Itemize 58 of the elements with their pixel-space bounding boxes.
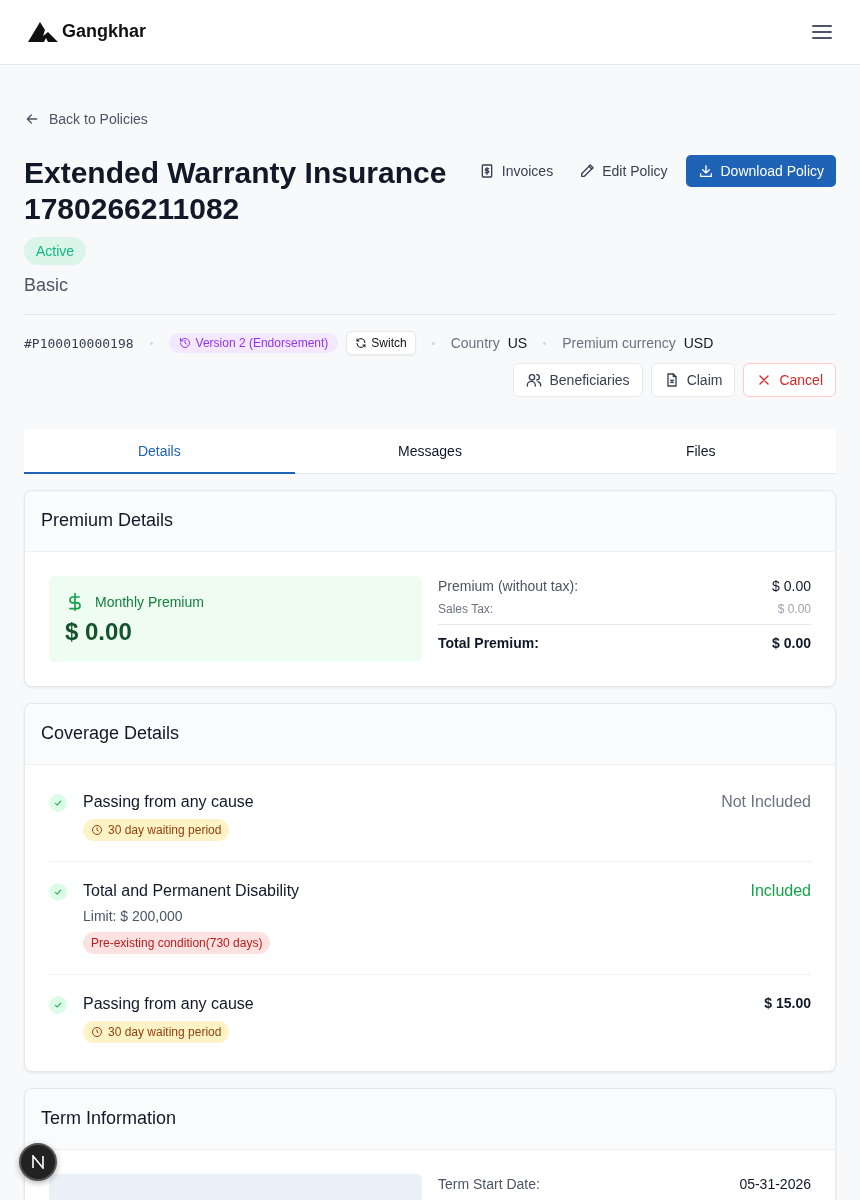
premium-label: Total Premium: — [438, 635, 539, 651]
meta-value: USD — [683, 335, 714, 351]
meta-value: US — [507, 335, 528, 351]
term-value: 05-31-2026 — [739, 1176, 811, 1192]
card-title: Premium Details — [25, 491, 835, 552]
premium-label: Premium (without tax): — [438, 578, 579, 594]
monthly-premium-label: Monthly Premium — [95, 594, 204, 610]
tab[interactable]: Details — [24, 429, 295, 474]
cancel-button[interactable]: Cancel — [743, 363, 836, 397]
card-title: Term Information — [25, 1089, 835, 1150]
waiting-period-tag: 30 day waiting period — [83, 819, 230, 841]
meta-label: Country — [450, 335, 500, 351]
brand-name: Gangkhar — [62, 21, 147, 42]
policy-number: #P100010000198 — [24, 335, 134, 351]
clock-icon — [91, 1026, 103, 1038]
plan-name: Basic — [24, 275, 836, 315]
users-icon — [526, 372, 543, 388]
download-button[interactable]: Download Policy — [685, 155, 836, 187]
mountain-logo-icon — [28, 21, 58, 42]
refresh-icon — [355, 337, 368, 349]
coverage-name: Passing from any cause — [83, 995, 254, 1013]
card-title: Coverage Details — [25, 704, 835, 765]
condition-tag: Pre-existing condition(730 days) — [83, 932, 271, 954]
premium-value: $ 0.00 — [772, 635, 811, 651]
switch-button[interactable]: Switch — [346, 331, 416, 355]
edit-button[interactable]: Edit Policy — [569, 155, 678, 187]
status-badge: Active — [24, 237, 87, 265]
premium-value: $ 0.00 — [772, 578, 811, 594]
pencil-icon — [579, 163, 596, 179]
tab[interactable]: Messages — [294, 429, 566, 474]
beneficiaries-button[interactable]: Beneficiaries — [513, 363, 643, 397]
back-link[interactable]: Back to Policies — [24, 111, 148, 127]
check-icon — [49, 996, 67, 1014]
invoices-button[interactable]: Invoices — [468, 155, 564, 187]
clock-icon — [91, 824, 103, 836]
coverage-value: Included — [750, 882, 811, 901]
coverage-value: $ 15.00 — [764, 995, 811, 1013]
version-badge: Version 2 (Endorsement) — [168, 333, 339, 353]
monthly-premium-amount: $ 0.00 — [65, 618, 133, 646]
n-logo-icon — [31, 1155, 45, 1169]
coverage-name: Passing from any cause — [83, 793, 254, 811]
coverage-value: Not Included — [721, 793, 811, 812]
premium-label: Sales Tax: — [438, 602, 494, 616]
floating-logo-button[interactable] — [19, 1143, 57, 1181]
premium-value: $ 0.00 — [777, 602, 811, 616]
check-icon — [49, 883, 67, 901]
waiting-period-tag: 30 day waiting period — [83, 1021, 230, 1043]
download-icon — [697, 163, 714, 179]
policy-title: Extended Warranty Insurance 1780266211082 — [24, 155, 448, 227]
coverage-name: Total and Permanent Disability — [83, 882, 300, 900]
check-icon — [49, 794, 67, 812]
tab[interactable]: Files — [565, 429, 836, 474]
meta-label: Premium currency — [562, 335, 676, 351]
history-icon — [178, 337, 191, 349]
term-label: Term Start Date: — [438, 1176, 540, 1192]
claim-button[interactable]: Claim — [650, 363, 736, 397]
arrow-left-icon — [24, 111, 40, 127]
coverage-limit: Limit: $ 200,000 — [83, 908, 183, 924]
